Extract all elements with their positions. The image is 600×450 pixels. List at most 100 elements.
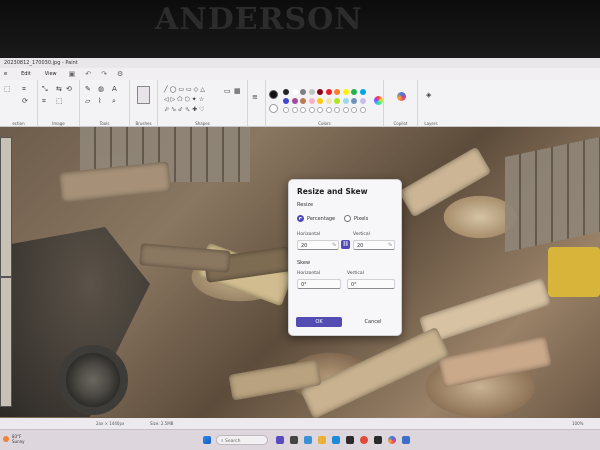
pallet [505,136,600,253]
start-icon[interactable] [203,436,211,444]
taskbar: 83°F Sunny ⌕ Search [0,429,600,450]
color-swatch[interactable] [317,98,323,104]
color-swatch[interactable] [300,98,306,104]
magnifier-icon[interactable]: ⌕ [112,98,116,105]
color-picker-icon[interactable]: ⌇ [98,98,101,105]
file-size: Size: 2.5MB [150,421,174,426]
color-swatch[interactable] [334,98,340,104]
shapes-gallery-row3-icon[interactable]: ⬀⬂⬃⬁✚♡ [164,106,207,113]
menu-edit[interactable]: Edit [19,70,33,78]
line-width-icon[interactable]: ≡ [252,94,258,101]
color-swatch[interactable] [308,89,315,95]
layers-icon[interactable]: ◈ [426,92,431,99]
pixels-label: Pixels [354,216,369,222]
secondary-color[interactable] [269,104,278,113]
copilot-taskbar-icon[interactable] [276,436,284,444]
color-swatch[interactable] [317,89,323,95]
color-swatch[interactable] [359,98,366,104]
fill-icon[interactable]: ◍ [98,86,104,93]
custom-color-slot[interactable] [359,107,366,113]
skew-vertical-label: Vertical [347,271,364,276]
text-icon[interactable]: A [112,86,117,93]
custom-color-slot[interactable] [308,107,315,113]
widgets-icon[interactable] [304,436,312,444]
custom-color-slot[interactable] [334,107,340,113]
chrome-icon[interactable] [360,436,368,444]
menu-file[interactable]: e [2,70,9,78]
ok-button[interactable]: OK [296,317,342,327]
custom-color-slot[interactable] [351,107,357,113]
task-view-icon[interactable] [290,436,298,444]
outline-icon[interactable]: ▭ [224,88,231,95]
color-swatch[interactable] [342,89,349,95]
group-label-colors: Colors [318,121,331,126]
menu-view[interactable]: View [43,70,59,78]
group-label-shapes: Shapes [195,121,210,126]
pixels-radio[interactable] [344,215,351,222]
image-rotate-icon[interactable]: ⟲ [66,86,72,93]
image-select-icon[interactable]: ⬚ [56,98,63,105]
log [398,146,492,218]
color-swatch[interactable] [291,98,298,104]
group-label-tools: Tools [99,121,110,126]
weather-widget[interactable]: 83°F Sunny [3,434,25,444]
aspect-ratio-lock-icon[interactable]: ⛓ [341,240,350,249]
menu-bar: e Edit View ▣ ↶ ↷ ⚙ [0,68,600,80]
brush-icon[interactable] [137,86,150,104]
color-swatch[interactable] [283,98,289,104]
color-swatch[interactable] [334,89,340,95]
color-swatch[interactable] [359,89,366,95]
color-swatch[interactable] [291,89,298,95]
app-icon[interactable] [402,436,410,444]
edge-icon[interactable] [332,436,340,444]
flip-icon[interactable]: ⇆ [56,86,62,93]
crop-icon[interactable]: ⌗ [22,86,26,93]
cancel-button[interactable]: Cancel [350,317,396,327]
color-swatch[interactable] [351,98,357,104]
paint-taskbar-icon[interactable] [388,436,396,444]
search-box[interactable]: ⌕ Search [216,435,268,445]
color-swatch[interactable] [325,89,332,95]
custom-color-slot[interactable] [325,107,332,113]
zoom-level[interactable]: 100% [572,421,583,426]
color-swatch[interactable] [308,98,315,104]
primary-color[interactable] [269,90,278,99]
horizontal-input[interactable]: 20 % [297,240,339,250]
undo-icon[interactable]: ↶ [85,70,91,78]
skew-vertical-input[interactable]: 0° [347,279,395,289]
color-swatch[interactable] [283,89,289,95]
rotate-icon[interactable]: ⟳ [22,98,28,105]
vertical-input[interactable]: 20 % [353,240,395,250]
save-icon[interactable]: ▣ [69,70,76,78]
copilot-icon[interactable] [397,92,406,101]
color-swatch[interactable] [342,98,349,104]
shapes-gallery-icon[interactable]: ╱◯▭▭◇△ [164,86,207,93]
color-swatch[interactable] [351,89,357,95]
custom-color-slot[interactable] [317,107,323,113]
resize-skew-dialog: Resize and Skew Resize Percentage Pixels… [288,179,402,336]
pencil-icon[interactable]: ✎ [85,86,91,93]
custom-color-slot[interactable] [342,107,349,113]
color-swatch[interactable] [325,98,332,104]
file-explorer-icon[interactable] [318,436,326,444]
log [300,326,450,418]
percentage-radio[interactable] [297,215,304,222]
shape-fill-icon[interactable]: ▦ [234,88,241,95]
redo-icon[interactable]: ↷ [101,70,107,78]
skew-horizontal-input[interactable]: 0° [297,279,341,289]
custom-color-slot[interactable] [291,107,298,113]
skew-horizontal-label: Horizontal [297,271,320,276]
eraser-icon[interactable]: ▱ [85,98,90,105]
settings-icon[interactable]: ⚙ [117,70,123,78]
custom-color-slot[interactable] [283,107,289,113]
terminal-icon[interactable] [374,436,382,444]
image-crop-icon[interactable]: ⌗ [42,98,46,105]
edit-colors-icon[interactable] [374,96,383,105]
resize-icon[interactable]: ⤡ [42,86,48,93]
store-icon[interactable] [346,436,354,444]
shapes-gallery-row2-icon[interactable]: ◁▷⬠⬡✦☆ [164,96,206,103]
select-icon[interactable]: ⬚ [4,86,11,93]
color-swatch[interactable] [300,89,306,95]
skew-section-label: Skew [297,260,311,266]
custom-color-slot[interactable] [300,107,306,113]
